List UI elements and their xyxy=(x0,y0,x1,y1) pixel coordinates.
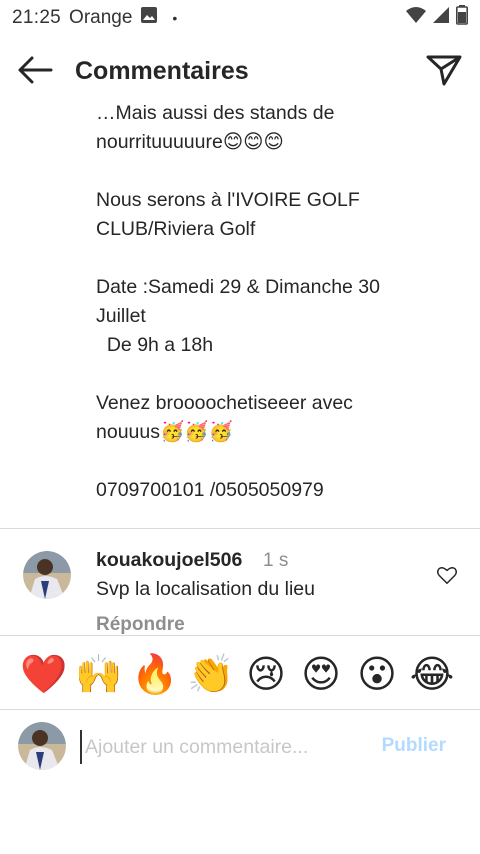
caption-text: …Mais aussi des stands de nourrituuuuure… xyxy=(96,102,380,501)
paper-plane-icon xyxy=(426,54,462,91)
caption-area[interactable]: …Mais aussi des stands de nourrituuuuure… xyxy=(0,100,480,528)
arrow-left-icon xyxy=(17,55,53,90)
like-comment-button[interactable] xyxy=(436,564,458,586)
wifi-icon xyxy=(406,6,426,30)
comment-input-bar: Publier xyxy=(0,710,480,784)
back-button[interactable] xyxy=(16,54,54,90)
emoji-raising-hands[interactable]: 🙌 xyxy=(75,651,122,697)
comment-username[interactable]: kouakoujoel506 xyxy=(96,549,242,572)
emoji-crying[interactable]: 😢 xyxy=(243,651,289,697)
share-button[interactable] xyxy=(424,54,464,90)
signal-icon xyxy=(432,6,450,30)
gallery-icon xyxy=(140,6,158,30)
comment-input[interactable] xyxy=(80,730,360,764)
emoji-laughing[interactable]: 😂 xyxy=(409,651,455,697)
emoji-heart-eyes[interactable]: 😍 xyxy=(298,651,344,697)
page-title: Commentaires xyxy=(75,57,249,85)
reply-button[interactable]: Répondre xyxy=(96,614,185,635)
publish-button[interactable]: Publier xyxy=(382,735,446,757)
emoji-quick-bar: ❤️ 🙌 🔥 👏 😢 😍 😮 😂 xyxy=(0,645,480,707)
emoji-clapping[interactable]: 👏 xyxy=(187,651,234,697)
comment-text: Svp la localisation du lieu xyxy=(96,578,315,600)
status-dot: • xyxy=(172,10,178,26)
comment-timestamp: 1 s xyxy=(263,550,289,571)
emoji-heart[interactable]: ❤️ xyxy=(20,651,67,697)
comment-item: kouakoujoel506 1 s Svp la localisation d… xyxy=(0,529,480,635)
avatar[interactable] xyxy=(23,551,71,599)
divider xyxy=(0,635,480,636)
status-carrier: Orange xyxy=(69,7,133,28)
emoji-surprised[interactable]: 😮 xyxy=(354,651,400,697)
battery-icon xyxy=(456,5,468,31)
emoji-fire[interactable]: 🔥 xyxy=(131,651,178,697)
status-bar: 21:25 Orange • xyxy=(0,0,480,36)
avatar xyxy=(18,722,66,770)
header: Commentaires xyxy=(0,44,480,100)
status-time: 21:25 xyxy=(12,7,62,28)
status-right xyxy=(406,5,468,31)
status-left: 21:25 Orange • xyxy=(12,6,177,30)
heart-outline-icon xyxy=(436,566,458,590)
